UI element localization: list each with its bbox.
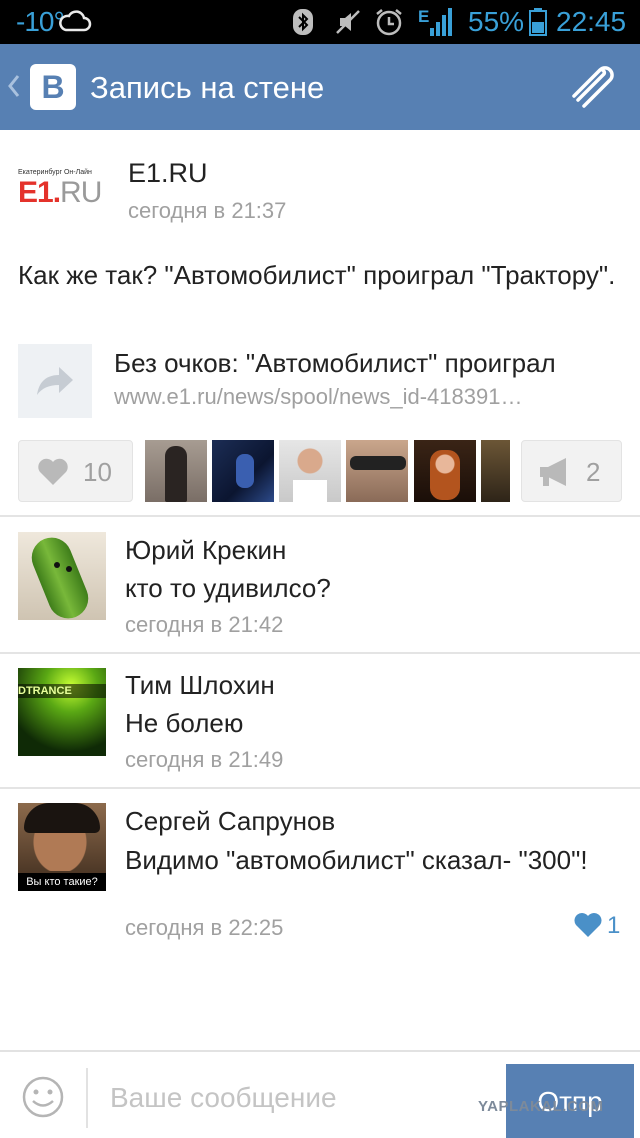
post-author-logo[interactable]: Екатеринбург Он-Лайн E1.RU: [18, 168, 108, 212]
comment-author[interactable]: Юрий Крекин: [125, 535, 286, 566]
comment-author[interactable]: Тим Шлохин: [125, 670, 275, 701]
heart-icon[interactable]: [574, 912, 602, 943]
liker-avatar[interactable]: [346, 440, 408, 502]
divider: [0, 652, 640, 654]
liker-avatar[interactable]: [414, 440, 476, 502]
logo-wordmark: E1.RU: [18, 176, 102, 209]
post-time: сегодня в 21:37: [128, 198, 287, 223]
comment-avatar[interactable]: DTRANCE: [18, 668, 106, 756]
divider: [0, 787, 640, 789]
post-text: Как же так? "Автомобилист" проиграл "Тра…: [18, 260, 616, 290]
divider: [0, 515, 640, 517]
liker-avatar[interactable]: [481, 440, 510, 502]
comment-time: сегодня в 21:42: [125, 612, 284, 637]
status-bar: -10° E 55% 22:45: [0, 0, 640, 44]
divider: [86, 1068, 88, 1128]
bluetooth-icon: [292, 8, 314, 41]
avatar-caption: Вы кто такие?: [18, 873, 106, 891]
shared-link-thumbnail[interactable]: [18, 344, 92, 418]
like-button[interactable]: 10: [18, 440, 133, 502]
like-count: 10: [83, 457, 112, 487]
back-chevron-icon[interactable]: [6, 72, 22, 105]
mute-icon: [334, 8, 362, 41]
message-composer: Отпр: [0, 1050, 640, 1138]
repost-button[interactable]: 2: [521, 440, 622, 502]
liker-avatar[interactable]: [145, 440, 207, 502]
shared-link-url[interactable]: www.e1.ru/news/spool/news_id-418391…: [114, 384, 622, 410]
smile-icon[interactable]: [22, 1076, 64, 1123]
watermark: YAPLAKAL.COM: [478, 1098, 604, 1115]
attach-icon[interactable]: [564, 64, 616, 115]
comment-author[interactable]: Сергей Сапрунов: [125, 806, 335, 837]
repost-count: 2: [586, 457, 601, 487]
comment-text: Видимо "автомобилист" сказал- "300"!: [125, 845, 588, 875]
avatar-label: DTRANCE: [18, 684, 106, 698]
liker-avatar[interactable]: [212, 440, 274, 502]
app-header: В Запись на стене: [0, 44, 640, 130]
clock: 22:45: [556, 6, 627, 37]
comment-time: сегодня в 21:49: [125, 747, 284, 772]
megaphone-icon: [540, 458, 566, 486]
comment-avatar[interactable]: [18, 532, 106, 620]
heart-icon: [38, 458, 68, 485]
liker-avatar[interactable]: [279, 440, 341, 502]
post-author-name[interactable]: E1.RU: [128, 158, 208, 189]
temperature: -10°: [16, 6, 65, 37]
share-arrow-icon: [37, 367, 73, 395]
shared-link-title[interactable]: Без очков: "Автомобилист" проиграл: [114, 348, 622, 379]
comment-text: Не болею: [125, 708, 244, 738]
battery-icon: [529, 8, 547, 41]
alarm-icon: [374, 7, 404, 42]
page-title: Запись на стене: [90, 70, 325, 105]
svg-text:E: E: [418, 7, 429, 26]
comment-text: кто то удивилсо?: [125, 573, 331, 603]
comment-avatar[interactable]: Вы кто такие?: [18, 803, 106, 891]
message-input[interactable]: [110, 1078, 490, 1118]
comment-time: сегодня в 22:25: [125, 915, 284, 940]
signal-icon: E: [418, 4, 454, 43]
comment-like-count: 1: [607, 912, 621, 939]
cloud-icon: [58, 8, 92, 39]
battery-percent: 55%: [468, 6, 525, 37]
vk-logo[interactable]: В: [30, 64, 76, 110]
